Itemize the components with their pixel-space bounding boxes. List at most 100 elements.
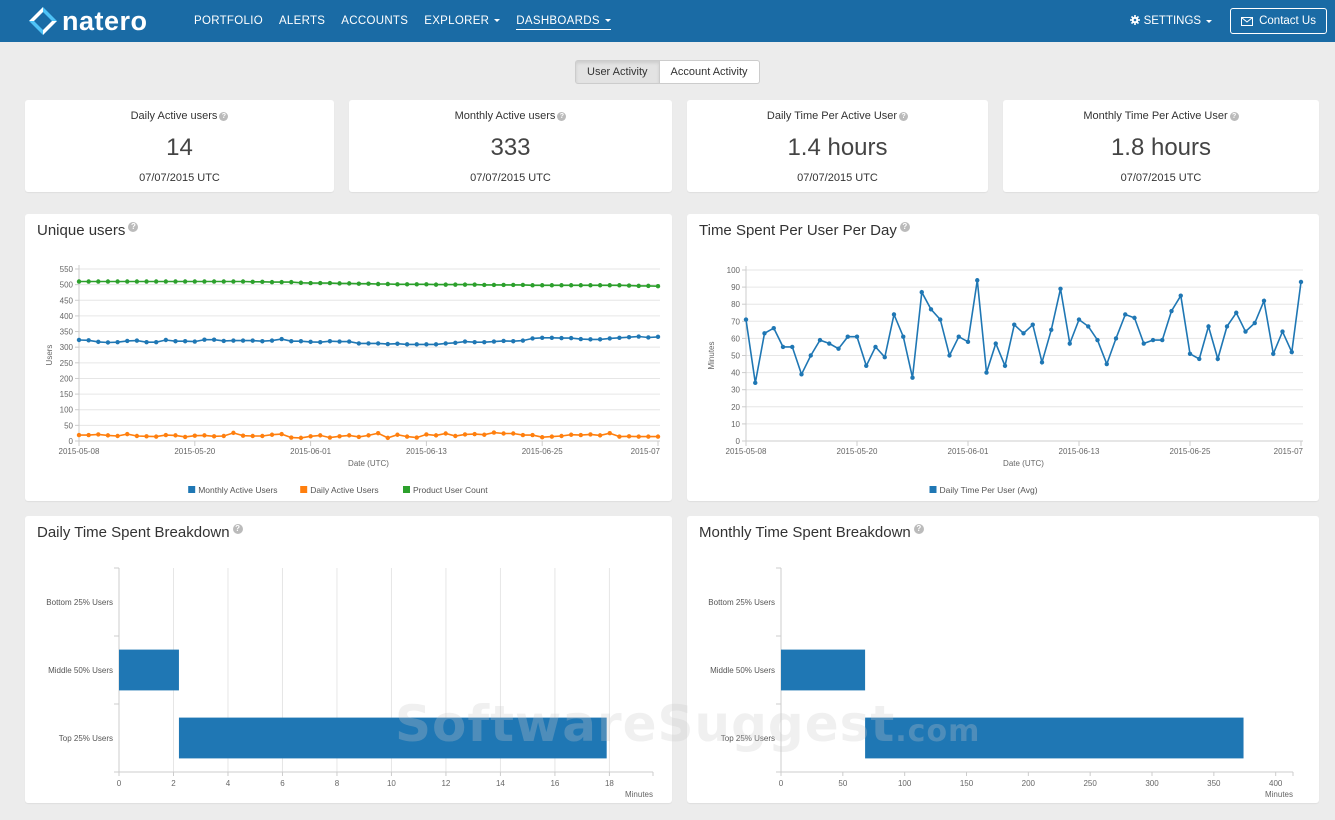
time-per-day-panel: Time Spent Per User Per Day? 0 10 20 30 40 50…: [687, 214, 1319, 501]
data-point: [86, 279, 91, 284]
data-point: [520, 432, 526, 438]
data-point: [1150, 337, 1156, 343]
help-icon[interactable]: ?: [1229, 111, 1239, 121]
data-point: [462, 432, 468, 437]
data-point: [1271, 351, 1276, 356]
data-point: [347, 433, 352, 438]
x-tick-label: 2015-07: [1274, 447, 1304, 456]
x-axis-label: Date (UTC): [1003, 459, 1044, 468]
settings-menu[interactable]: SETTINGS: [1129, 14, 1213, 28]
category-label: Middle 50% Users: [48, 666, 113, 675]
data-point: [520, 282, 526, 288]
y-tick-label: 400: [60, 312, 74, 321]
data-point: [540, 283, 545, 288]
data-point: [511, 339, 516, 344]
category-label: Bottom 25% Users: [46, 598, 113, 607]
data-point: [472, 339, 477, 345]
y-axis-label: Users: [45, 345, 54, 366]
data-point: [1178, 293, 1183, 298]
nav-item-accounts[interactable]: ACCOUNTS: [341, 13, 408, 29]
data-point: [928, 307, 934, 312]
account-activity-tab[interactable]: Account Activity: [659, 60, 760, 84]
data-point: [827, 341, 832, 346]
data-point: [511, 282, 516, 288]
data-point: [646, 335, 651, 340]
data-point: [655, 434, 661, 439]
x-tick-label: 0: [117, 779, 122, 788]
data-point: [636, 434, 641, 439]
user-activity-tab[interactable]: User Activity: [575, 60, 660, 84]
data-point: [424, 342, 429, 347]
data-point: [385, 281, 390, 287]
data-point: [134, 433, 140, 439]
y-tick-label: 250: [60, 359, 74, 368]
data-point: [578, 283, 583, 288]
x-tick-label: 8: [335, 779, 340, 788]
data-point: [298, 339, 304, 344]
x-tick-label: 10: [387, 779, 396, 788]
data-point: [318, 433, 323, 438]
data-point: [318, 280, 323, 286]
data-point: [636, 283, 641, 289]
data-point: [808, 353, 813, 358]
nav-item-explorer[interactable]: EXPLORER: [424, 13, 501, 29]
data-point: [1086, 324, 1091, 329]
bar: [178, 717, 607, 759]
contact-us-button[interactable]: Contact Us: [1230, 8, 1327, 34]
data-point: [1113, 336, 1119, 341]
data-point: [588, 432, 593, 437]
y-tick-label: 500: [60, 281, 74, 290]
y-tick-label: 450: [60, 296, 74, 305]
data-point: [1234, 310, 1239, 315]
data-point: [617, 283, 622, 288]
data-point: [1104, 361, 1109, 367]
y-tick-label: 0: [69, 437, 74, 446]
data-point: [1132, 315, 1137, 321]
y-tick-label: 90: [731, 283, 740, 292]
data-point: [414, 282, 419, 287]
data-point: [1298, 279, 1304, 285]
data-point: [443, 341, 448, 346]
help-icon[interactable]: ?: [219, 111, 229, 121]
data-point: [327, 339, 333, 344]
data-point: [501, 338, 506, 344]
nav-item-portfolio[interactable]: PORTFOLIO: [194, 13, 263, 29]
data-point: [105, 433, 111, 438]
help-icon[interactable]: ?: [557, 111, 567, 121]
top-navbar: natero PORTFOLIO ALERTS ACCOUNTS EXPLORER DA…: [0, 0, 1335, 42]
brand-logo[interactable]: natero: [28, 4, 148, 38]
nav-item-label: PORTFOLIO: [194, 15, 263, 27]
data-point: [549, 335, 555, 340]
kpi-date: 07/07/2015 UTC: [797, 172, 878, 184]
time-per-day-chart: 0 10 20 30 40 50 60 70 80 90 100 2015-05-08 2015-05-…: [707, 266, 1304, 495]
data-point: [414, 342, 419, 347]
nav-item-label: DASHBOARDS: [516, 14, 600, 27]
data-point: [424, 282, 429, 287]
kpi-date: 07/07/2015 UTC: [470, 172, 551, 184]
kpi-title: Monthly Time Per Active User: [1083, 110, 1228, 122]
nav-item-alerts[interactable]: ALERTS: [279, 13, 325, 29]
data-point: [221, 338, 226, 344]
daily-breakdown-chart: 0 2 4 6 8 10 12 14 16 18 Bottom 25% Users Middle 50…: [46, 567, 654, 799]
kpi-card-daily-time-per-user: Daily Time Per Active User? 1.4 hours 07…: [687, 100, 988, 192]
x-tick-label: 16: [550, 779, 559, 788]
data-point: [578, 432, 583, 438]
data-point: [607, 283, 612, 288]
data-point: [404, 282, 410, 287]
data-point: [240, 433, 246, 438]
data-point: [433, 433, 439, 438]
category-label: Top 25% Users: [59, 734, 113, 743]
data-point: [520, 338, 526, 343]
data-point: [134, 279, 140, 284]
data-point: [549, 434, 555, 439]
nav-item-dashboards[interactable]: DASHBOARDS: [516, 13, 611, 30]
data-point: [337, 434, 342, 439]
data-point: [289, 339, 294, 344]
data-point: [202, 279, 207, 284]
legend-swatch: [929, 486, 937, 493]
data-point: [1030, 322, 1035, 327]
data-point: [260, 433, 265, 439]
help-icon[interactable]: ?: [899, 111, 909, 121]
data-point: [607, 430, 612, 436]
data-point: [76, 432, 82, 438]
